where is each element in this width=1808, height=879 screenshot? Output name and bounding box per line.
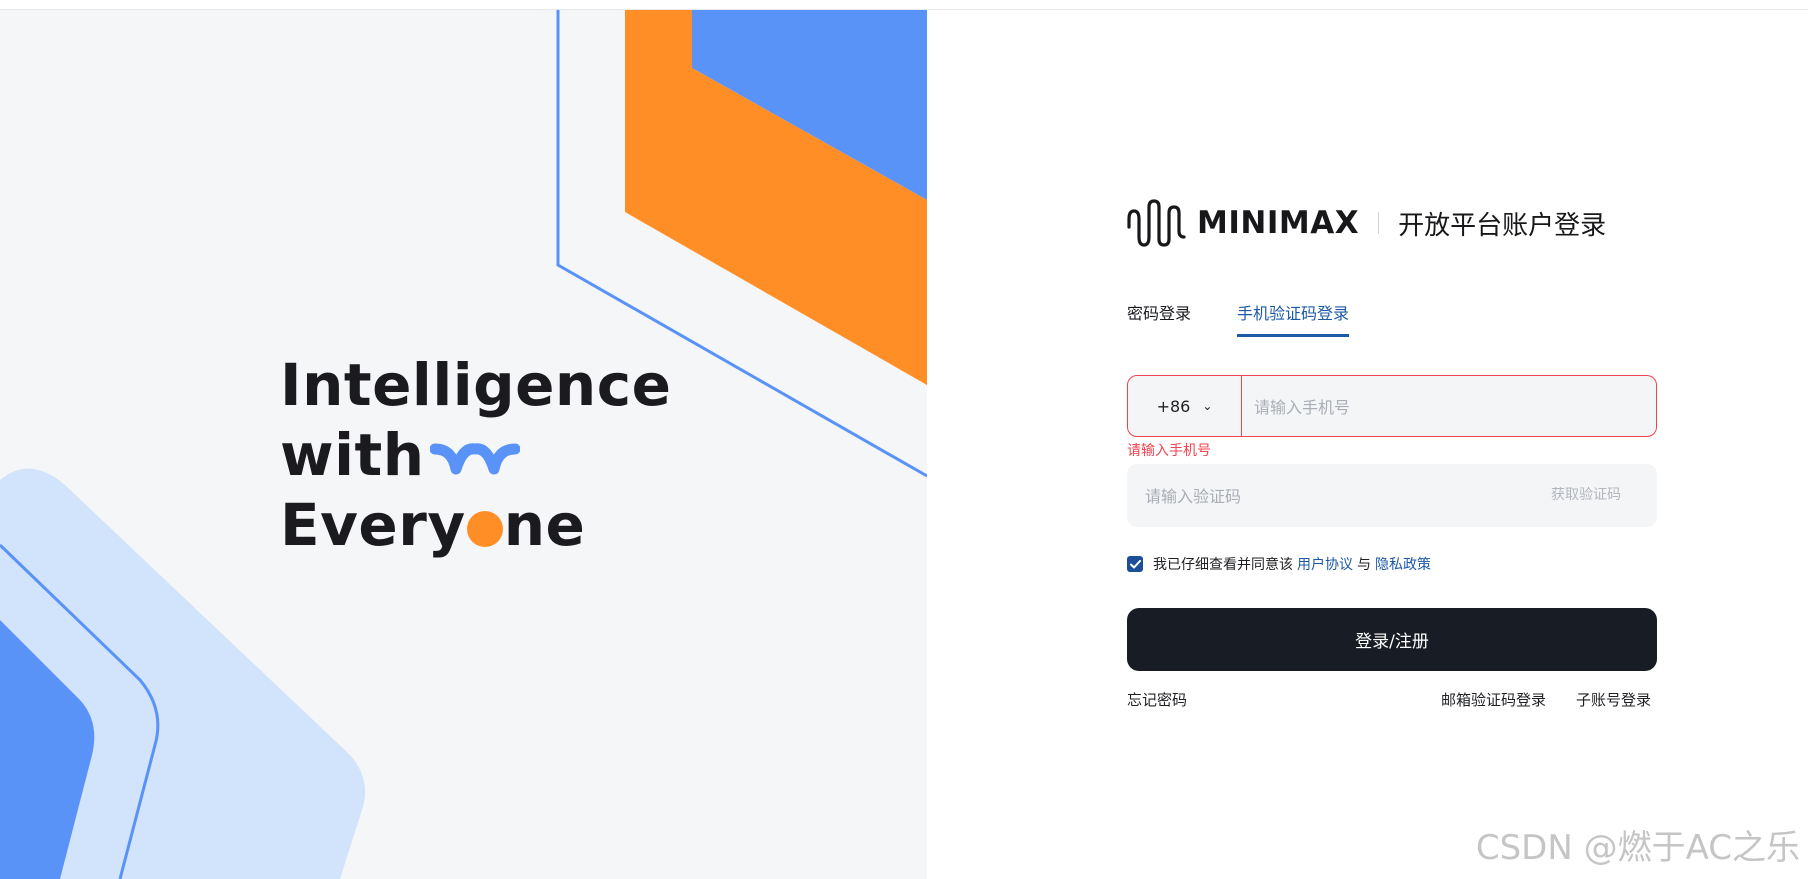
chevron-down-icon: ⌄ <box>1202 399 1213 413</box>
country-code-value: +86 <box>1156 396 1191 416</box>
page-title: 开放平台账户登录 <box>1398 210 1607 241</box>
minimax-logo-icon <box>1127 199 1186 247</box>
login-register-button[interactable]: 登录/注册 <box>1127 608 1657 671</box>
orange-dot-icon <box>466 511 503 547</box>
privacy-policy-link[interactable]: 隐私政策 <box>1375 554 1431 574</box>
hero-panel: Intelligence with Every ne <box>0 10 927 879</box>
tagline-line-3: Every ne <box>280 490 671 560</box>
tagline-line-2: with <box>280 420 671 490</box>
agreement-row: 我已仔细查看并同意该 用户协议 与 隐私政策 <box>1127 554 1435 574</box>
brand-name: MINIMAX <box>1197 205 1360 241</box>
csdn-watermark: CSDN @燃于AC之乐 <box>1475 828 1800 868</box>
code-field: 获取验证码 <box>1127 464 1657 529</box>
agreement-text: 我已仔细查看并同意该 <box>1153 557 1293 573</box>
tab-sms-login[interactable]: 手机验证码登录 <box>1237 300 1350 337</box>
tagline-line-1: Intelligence <box>280 351 672 419</box>
forgot-password-link[interactable]: 忘记密码 <box>1127 689 1187 710</box>
check-icon <box>1129 559 1141 568</box>
wave-logo-icon <box>430 443 521 475</box>
phone-input[interactable] <box>1252 376 1646 438</box>
agreement-checkbox[interactable] <box>1127 556 1143 572</box>
brand-separator <box>1378 212 1380 234</box>
agreement-and: 与 <box>1357 557 1371 573</box>
get-code-button[interactable]: 获取验证码 <box>1551 464 1621 527</box>
email-code-login-link[interactable]: 邮箱验证码登录 <box>1441 689 1546 710</box>
tagline-word-every: Every <box>280 491 466 559</box>
country-code-select[interactable]: +86 ⌄ <box>1128 376 1242 436</box>
top-divider <box>0 0 1808 10</box>
login-panel <box>927 10 1808 879</box>
tagline-word-with: with <box>280 421 425 489</box>
sub-account-login-link[interactable]: 子账号登录 <box>1576 689 1651 710</box>
user-agreement-link[interactable]: 用户协议 <box>1297 554 1353 574</box>
hero-tagline: Intelligence with Every ne <box>280 350 671 560</box>
brand-header: MINIMAX 开放平台账户登录 <box>1127 196 1606 250</box>
tagline-word-ne: ne <box>503 491 586 559</box>
phone-error-message: 请输入手机号 <box>1127 443 1211 459</box>
verification-code-input[interactable] <box>1143 464 1507 529</box>
phone-field: +86 ⌄ <box>1127 375 1657 438</box>
tab-password-login[interactable]: 密码登录 <box>1127 300 1191 334</box>
